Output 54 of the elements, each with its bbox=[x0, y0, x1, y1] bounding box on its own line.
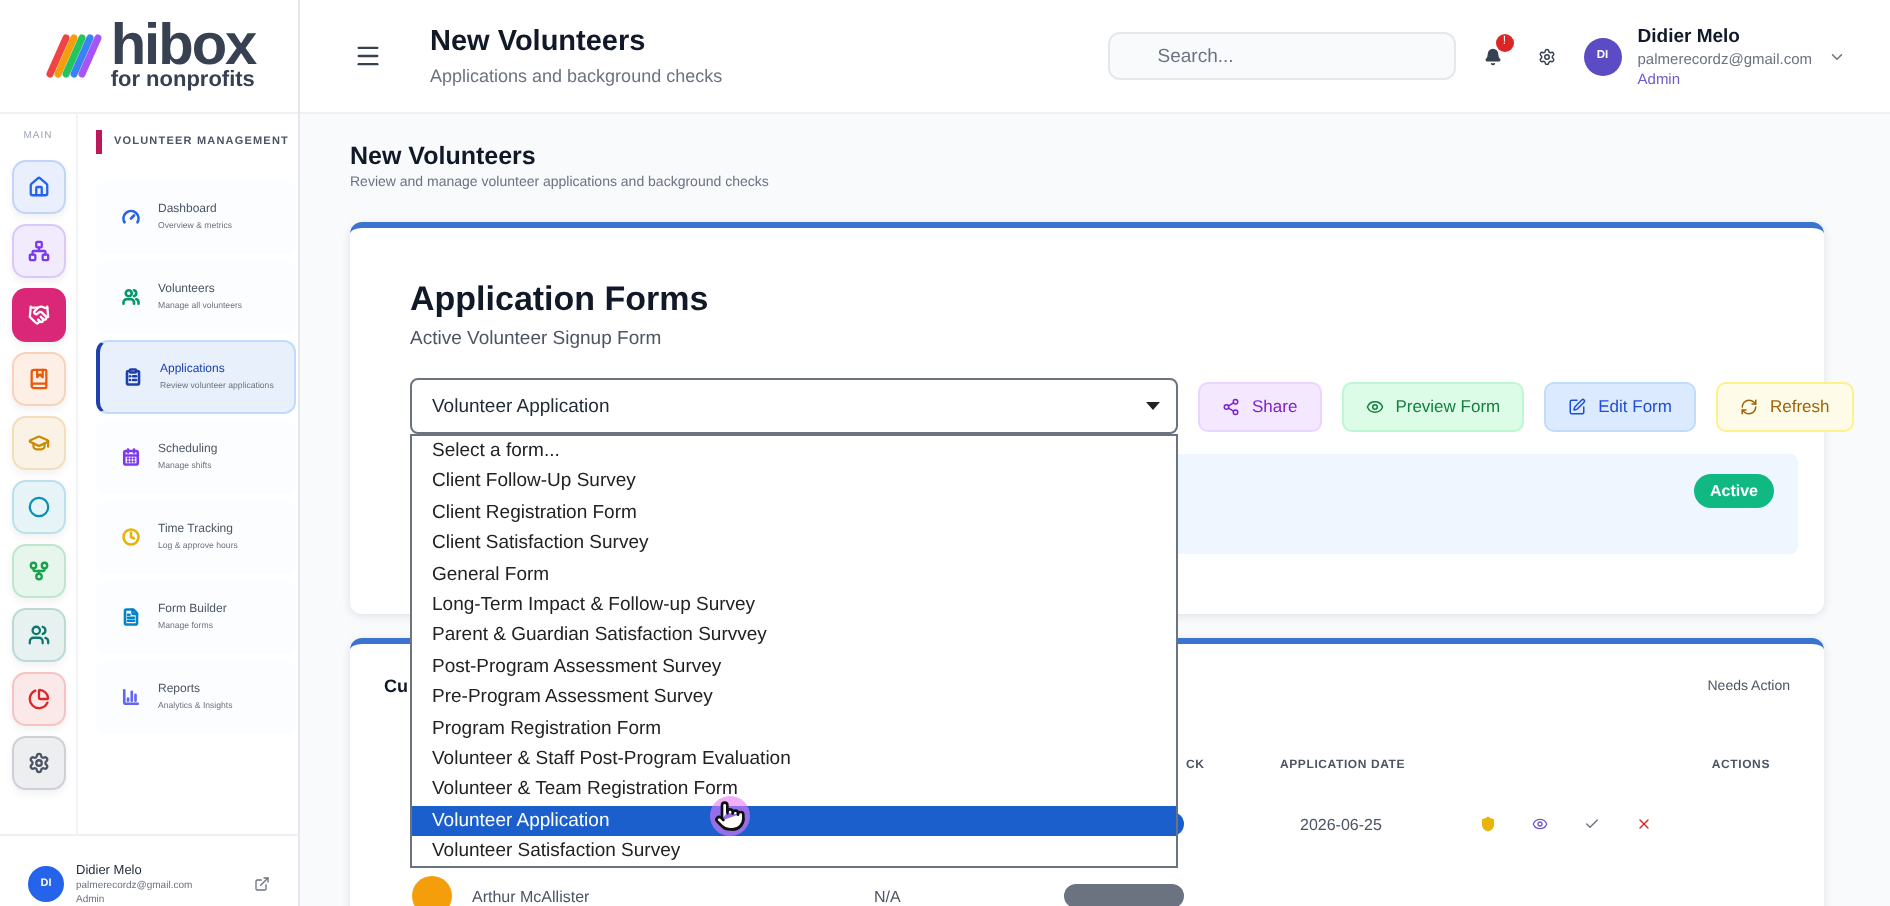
action-button[interactable]: Edit Form bbox=[1544, 381, 1696, 431]
status-pill: Active bbox=[1693, 474, 1774, 508]
rail-button[interactable] bbox=[11, 544, 65, 598]
table-cell-text: 2026-06-25 bbox=[1298, 815, 1384, 833]
applicant-name: Arthur McAllister bbox=[472, 887, 590, 905]
view-icon[interactable] bbox=[1532, 816, 1548, 832]
share-icon bbox=[1222, 397, 1240, 415]
action-button[interactable]: Preview Form bbox=[1341, 381, 1525, 431]
pointer-cursor-icon bbox=[710, 796, 750, 836]
logo-name: hibox bbox=[110, 22, 256, 72]
hierarchy-icon bbox=[27, 240, 49, 262]
home-icon bbox=[27, 176, 49, 198]
card-title: Cu bbox=[384, 676, 408, 696]
rail-button[interactable] bbox=[11, 736, 65, 790]
refresh-icon bbox=[1739, 397, 1758, 415]
graduation-cap-icon bbox=[27, 432, 49, 454]
rail-button[interactable] bbox=[11, 288, 65, 342]
logo-tagline: for nonprofits bbox=[110, 71, 256, 90]
card-subtitle: Active Volunteer Signup Form bbox=[410, 328, 664, 350]
dropdown-option[interactable]: Volunteer Application bbox=[412, 805, 1176, 837]
search-field[interactable]: Search... bbox=[1107, 32, 1456, 80]
header-subtitle: Applications and background checks bbox=[430, 66, 725, 86]
table-cell: N/A bbox=[874, 887, 901, 905]
settings-icon[interactable] bbox=[1537, 47, 1556, 65]
external-link-icon[interactable] bbox=[254, 876, 270, 892]
menu-icon[interactable] bbox=[354, 42, 382, 70]
bookmark-icon bbox=[27, 368, 49, 390]
eye-icon bbox=[1365, 397, 1384, 415]
check-icon[interactable] bbox=[1584, 816, 1600, 832]
action-button[interactable]: Share bbox=[1198, 381, 1322, 431]
header-title: New Volunteers bbox=[430, 26, 648, 58]
status-pill bbox=[1064, 884, 1184, 906]
page-title: New Volunteers bbox=[350, 142, 538, 170]
user-name: Didier Melo bbox=[1637, 25, 1742, 47]
rail-button[interactable] bbox=[11, 672, 65, 726]
handshake-icon bbox=[27, 304, 49, 326]
rail-button[interactable] bbox=[11, 352, 65, 406]
rail-button[interactable] bbox=[11, 224, 65, 278]
settings-icon bbox=[27, 752, 49, 774]
caret-icon bbox=[1146, 402, 1160, 410]
action-button[interactable]: Refresh bbox=[1715, 381, 1854, 431]
circle-icon bbox=[27, 496, 49, 518]
applicant-avatar bbox=[412, 876, 452, 906]
rail-button[interactable] bbox=[11, 608, 65, 662]
rail-button[interactable] bbox=[11, 160, 65, 214]
close-icon[interactable] bbox=[1636, 816, 1652, 832]
form-select[interactable]: Volunteer Application bbox=[410, 378, 1178, 434]
rail-button[interactable] bbox=[11, 480, 65, 534]
bell-icon[interactable] bbox=[1483, 47, 1502, 65]
users-icon bbox=[27, 624, 49, 646]
edit-icon bbox=[1568, 397, 1587, 415]
card-title: Application Forms bbox=[410, 280, 711, 320]
branch-icon bbox=[27, 560, 49, 582]
pie-chart-icon bbox=[27, 688, 49, 710]
